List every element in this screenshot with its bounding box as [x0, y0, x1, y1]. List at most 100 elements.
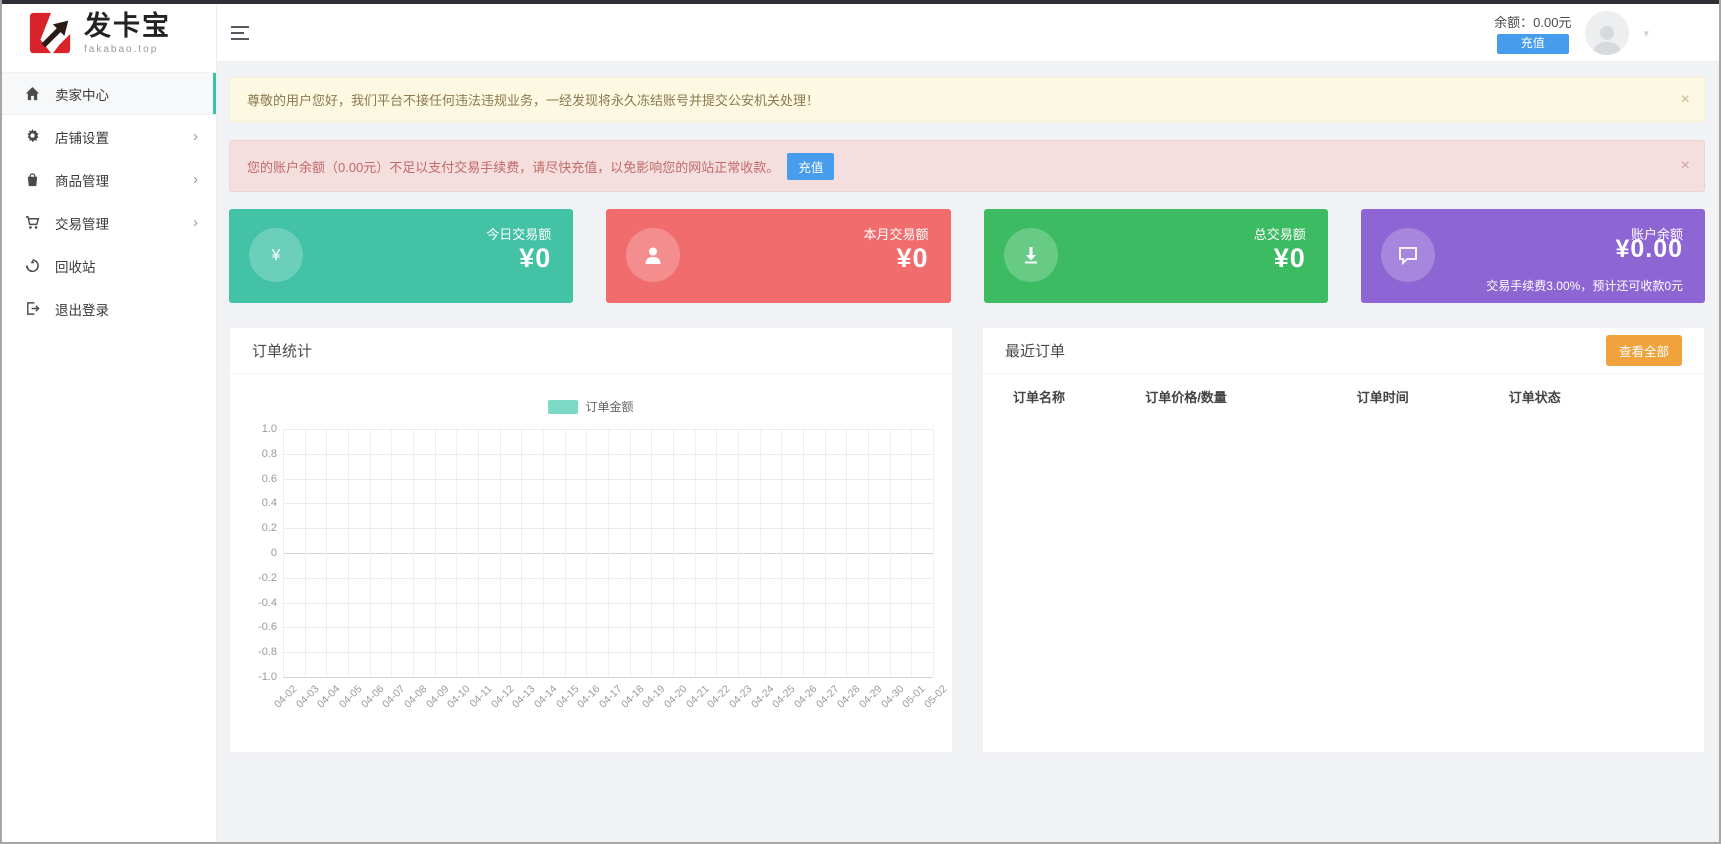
sidebar-item-1[interactable]: 卖家中心 — [2, 72, 216, 115]
avatar[interactable] — [1585, 11, 1630, 55]
stat-card-2: 本月交易额 ¥0 — [606, 209, 951, 303]
stat-card-label: 本月交易额 — [863, 227, 929, 242]
yen-icon: ¥ — [249, 228, 303, 282]
x-axis-tick: 04-21 — [684, 683, 712, 711]
gridline-v — [890, 429, 891, 677]
stat-card-label: 今日交易额 — [486, 227, 552, 242]
balance-box: 余额：0.00元 充值 — [1494, 12, 1571, 54]
brand-name: 发卡宝 — [84, 11, 171, 41]
x-axis-tick: 04-14 — [532, 683, 560, 711]
gridline-v — [608, 429, 609, 677]
orders-column-header: 订单时间 — [1356, 389, 1409, 405]
gridline-v — [651, 429, 652, 677]
brand: 发卡宝 fakabao.top — [2, 4, 216, 64]
gridline-v — [478, 429, 479, 677]
gear-icon — [24, 129, 40, 145]
orders-column-header: 订单名称 — [1013, 389, 1066, 405]
home-icon — [24, 86, 40, 102]
x-axis-tick: 04-20 — [662, 683, 690, 711]
user-dropdown-caret-icon[interactable]: ▾ — [1643, 27, 1649, 40]
y-axis-tick: -0.2 — [258, 572, 277, 584]
view-all-button[interactable]: 查看全部 — [1605, 335, 1682, 366]
x-axis-tick: 04-06 — [359, 683, 387, 711]
x-axis-tick: 04-18 — [619, 683, 647, 711]
x-axis-tick: 04-15 — [554, 683, 582, 711]
x-axis-tick: 04-03 — [294, 683, 322, 711]
x-axis-tick: 04-02 — [272, 683, 300, 711]
sidebar-item-5[interactable]: 回收站 — [2, 244, 216, 287]
close-icon[interactable]: × — [1681, 158, 1690, 174]
stat-card-1: ¥ 今日交易额 ¥0 — [229, 209, 574, 303]
message-icon — [1380, 228, 1435, 282]
y-axis-tick: 1.0 — [261, 423, 277, 435]
alert-text: 尊敬的用户您好，我们平台不接任何违法违规业务，一经发现将永久冻结账号并提交公安机… — [247, 93, 820, 108]
x-axis-tick: 04-22 — [705, 683, 733, 711]
cart-icon — [24, 215, 40, 231]
alert-text: 您的账户余额（0.00元）不足以支付交易手续费，请尽快充值，以免影响您的网站正常… — [247, 159, 780, 175]
x-axis-tick: 04-10 — [445, 683, 473, 711]
order-stats-title: 订单统计 — [252, 343, 313, 360]
stat-cards-row: ¥ 今日交易额 ¥0 本月交易额 ¥0 总交易额 ¥0 账户余额 ¥0.00 交易手续费3.00%… — [229, 209, 1705, 303]
chevron-right-icon: › — [193, 214, 198, 231]
topbar: 余额：0.00元 充值 ▾ — [217, 4, 1719, 62]
y-axis-tick: -0.4 — [258, 597, 277, 609]
sidebar-item-2[interactable]: 店铺设置 › — [2, 115, 216, 158]
gridline-v — [500, 429, 501, 677]
sidebar-item-4[interactable]: 交易管理 › — [2, 201, 216, 244]
gridline-v — [413, 429, 414, 677]
gridline-v — [456, 429, 457, 677]
user-icon — [626, 228, 681, 282]
stat-card-label: 总交易额 — [1253, 227, 1306, 242]
y-axis-tick: -0.8 — [258, 646, 277, 658]
y-axis-tick: 0 — [270, 547, 277, 559]
brand-domain: fakabao.top — [84, 44, 159, 55]
gridline-v — [565, 429, 566, 677]
logout-icon — [24, 301, 40, 317]
gridline-v — [716, 429, 717, 677]
stat-card-value: ¥0 — [1273, 243, 1306, 273]
gridline-v — [695, 429, 696, 677]
sidebar: 发卡宝 fakabao.top 卖家中心 店铺设置 › 商品管理 › 交易管理 › 回收站 退出… — [2, 4, 217, 842]
x-axis-tick: 04-08 — [402, 683, 430, 711]
x-axis-tick: 04-28 — [835, 683, 863, 711]
close-icon[interactable]: × — [1681, 91, 1690, 108]
x-axis-tick: 04-30 — [879, 683, 907, 711]
app-window: 发卡宝 fakabao.top 卖家中心 店铺设置 › 商品管理 › 交易管理 › 回收站 退出… — [0, 0, 1721, 844]
gridline-v — [760, 429, 761, 677]
gridline-v — [305, 429, 306, 677]
recharge-button[interactable]: 充值 — [1496, 34, 1569, 54]
x-axis-tick: 04-05 — [337, 683, 365, 711]
gridline-v — [933, 429, 934, 677]
chevron-right-icon: › — [193, 171, 198, 188]
y-axis-tick: 0.8 — [261, 448, 277, 460]
sidebar-menu: 卖家中心 店铺设置 › 商品管理 › 交易管理 › 回收站 退出登录 — [2, 72, 216, 330]
stat-card-value: ¥0 — [519, 243, 552, 273]
sidebar-item-6[interactable]: 退出登录 — [2, 287, 216, 330]
stat-card-note: 交易手续费3.00%，预计还可收款0元 — [1486, 279, 1683, 293]
gridline-v — [825, 429, 826, 677]
alert-recharge-button[interactable]: 充值 — [787, 152, 835, 180]
gridline-v — [868, 429, 869, 677]
hamburger-menu-icon[interactable] — [231, 21, 255, 45]
brand-logo-icon — [28, 11, 74, 57]
x-axis-tick: 04-25 — [770, 683, 798, 711]
x-axis-tick: 04-26 — [792, 683, 820, 711]
x-axis-tick: 04-29 — [857, 683, 885, 711]
orders-column-header: 订单状态 — [1508, 389, 1561, 405]
main-content: 尊敬的用户您好，我们平台不接任何违法违规业务，一经发现将永久冻结账号并提交公安机… — [217, 62, 1719, 842]
recent-orders-panel: 最近订单 查看全部 订单名称 订单价格/数量 订单时间 订单状态 — [982, 327, 1705, 753]
x-axis-tick: 05-01 — [900, 683, 928, 711]
alerts-region: 尊敬的用户您好，我们平台不接任何违法违规业务，一经发现将永久冻结账号并提交公安机… — [229, 77, 1705, 192]
orders-column-header: 订单价格/数量 — [1145, 389, 1227, 405]
chart-legend[interactable]: 订单金额 — [230, 398, 952, 415]
gridline-v — [370, 429, 371, 677]
gridline-v — [348, 429, 349, 677]
x-axis-tick: 04-19 — [640, 683, 668, 711]
recycle-icon — [24, 258, 40, 274]
x-axis-tick: 04-12 — [489, 683, 517, 711]
gridline-v — [521, 429, 522, 677]
stat-card-4: 账户余额 ¥0.00 交易手续费3.00%，预计还可收款0元 — [1360, 209, 1705, 303]
sidebar-item-3[interactable]: 商品管理 › — [2, 158, 216, 201]
x-axis-tick: 04-07 — [380, 683, 408, 711]
gridline-v — [911, 429, 912, 677]
